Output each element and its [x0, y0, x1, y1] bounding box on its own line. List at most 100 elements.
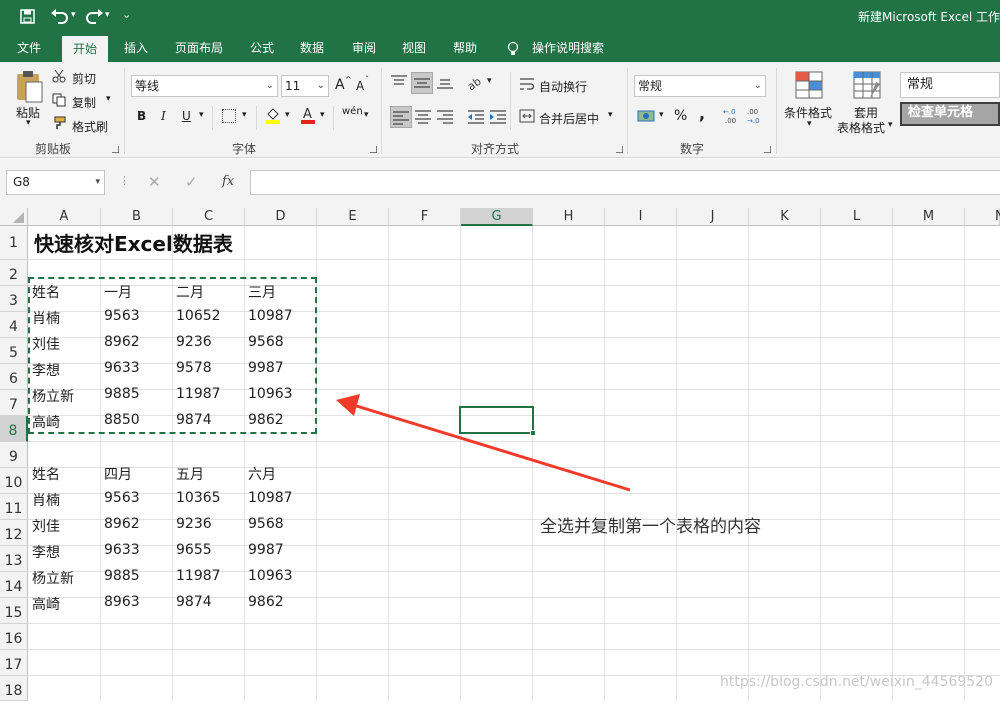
table2-cell[interactable]: 9874: [173, 594, 212, 610]
undo-dropdown-icon[interactable]: ▾: [71, 10, 76, 20]
increase-indent-icon[interactable]: [489, 108, 507, 126]
row-header-6[interactable]: 6: [0, 364, 28, 390]
redo-icon[interactable]: [84, 8, 104, 24]
fill-color-icon[interactable]: [265, 106, 281, 124]
borders-icon[interactable]: [222, 109, 236, 123]
font-color-icon[interactable]: A: [300, 106, 316, 124]
font-name-select[interactable]: 等线 ⌄: [131, 75, 278, 97]
select-all-corner[interactable]: [0, 208, 28, 226]
orientation-dropdown-icon[interactable]: ▾: [487, 76, 492, 86]
align-center-icon[interactable]: [414, 108, 432, 126]
decrease-decimal-icon[interactable]: .00 →.0: [746, 106, 768, 126]
copy-button[interactable]: 复制: [72, 94, 96, 111]
decrease-indent-icon[interactable]: [467, 108, 485, 126]
column-header-j[interactable]: J: [677, 208, 749, 226]
merge-dropdown-icon[interactable]: ▾: [608, 110, 613, 120]
row-header-13[interactable]: 13: [0, 546, 28, 572]
wrap-text-button[interactable]: 自动换行: [539, 78, 587, 95]
format-painter-button[interactable]: 格式刷: [72, 118, 108, 135]
column-header-c[interactable]: C: [173, 208, 245, 226]
tab-data[interactable]: 数据: [300, 34, 324, 62]
row-header-7[interactable]: 7: [0, 390, 28, 416]
insert-function-icon[interactable]: fx: [222, 174, 234, 189]
table2-cell[interactable]: 9236: [173, 516, 212, 532]
column-header-f[interactable]: F: [389, 208, 461, 226]
number-format-select[interactable]: 常规 ⌄: [634, 75, 766, 97]
increase-decimal-icon[interactable]: ←.0.00: [722, 106, 742, 126]
align-top-icon[interactable]: [390, 74, 408, 90]
row-header-16[interactable]: 16: [0, 624, 28, 650]
formula-input[interactable]: [250, 170, 1000, 195]
accounting-dropdown-icon[interactable]: ▾: [659, 110, 664, 120]
cut-button[interactable]: 剪切: [72, 70, 96, 87]
phonetic-guide-button[interactable]: wén: [342, 106, 363, 117]
table2-cell[interactable]: 11987: [173, 568, 221, 584]
sheet-title-cell[interactable]: 快速核对Excel数据表: [31, 228, 233, 257]
align-bottom-icon[interactable]: [436, 74, 454, 90]
column-header-i[interactable]: I: [605, 208, 677, 226]
row-header-12[interactable]: 12: [0, 520, 28, 546]
accounting-format-icon[interactable]: [637, 107, 655, 125]
table2-cell[interactable]: 刘佳: [29, 516, 60, 536]
column-header-m[interactable]: M: [893, 208, 965, 226]
table2-cell[interactable]: 9655: [173, 542, 212, 558]
percent-button[interactable]: %: [674, 108, 687, 124]
row-header-17[interactable]: 17: [0, 650, 28, 676]
table2-cell[interactable]: 9568: [245, 516, 284, 532]
table2-cell[interactable]: 8963: [101, 594, 140, 610]
save-icon[interactable]: [20, 9, 35, 24]
tab-file[interactable]: 文件: [17, 34, 41, 62]
customize-toolbar-icon[interactable]: ⌄: [122, 8, 131, 21]
align-middle-icon[interactable]: [411, 72, 433, 94]
tab-review[interactable]: 审阅: [352, 34, 376, 62]
column-header-h[interactable]: H: [533, 208, 605, 226]
tab-view[interactable]: 视图: [402, 34, 426, 62]
underline-button[interactable]: U: [182, 109, 191, 123]
table2-cell[interactable]: 10963: [245, 568, 293, 584]
tell-me-search[interactable]: 操作说明搜索: [532, 34, 604, 62]
row-header-11[interactable]: 11: [0, 494, 28, 520]
font-size-select[interactable]: 11 ⌄: [281, 75, 329, 97]
table2-cell[interactable]: 9862: [245, 594, 284, 610]
tab-help[interactable]: 帮助: [453, 34, 477, 62]
table2-cell[interactable]: 高崎: [29, 594, 60, 614]
table2-header-apr[interactable]: 四月: [101, 464, 132, 484]
font-color-dropdown-icon[interactable]: ▾: [320, 110, 325, 120]
row-header-3[interactable]: 3: [0, 286, 28, 312]
table2-cell[interactable]: 10365: [173, 490, 221, 506]
row-header-4[interactable]: 4: [0, 312, 28, 338]
undo-icon[interactable]: [50, 8, 70, 24]
shrink-font-button[interactable]: A: [356, 79, 364, 93]
row-header-1[interactable]: 1: [0, 226, 28, 260]
table2-cell[interactable]: 9885: [101, 568, 140, 584]
column-header-d[interactable]: D: [245, 208, 317, 226]
font-launcher-icon[interactable]: [370, 146, 377, 153]
comma-button[interactable]: ,: [699, 104, 705, 123]
row-header-10[interactable]: 10: [0, 468, 28, 494]
formula-bar-grip-icon[interactable]: ⋮: [119, 174, 130, 187]
table2-header-name[interactable]: 姓名: [29, 464, 60, 484]
table2-header-jun[interactable]: 六月: [245, 464, 276, 484]
tab-insert[interactable]: 插入: [124, 34, 148, 62]
table2-cell[interactable]: 杨立新: [29, 568, 74, 588]
redo-dropdown-icon[interactable]: ▾: [105, 10, 110, 20]
cell-style-check[interactable]: 检查单元格: [900, 102, 1000, 126]
table2-cell[interactable]: 9563: [101, 490, 140, 506]
column-header-l[interactable]: L: [821, 208, 893, 226]
row-header-8[interactable]: 8: [0, 416, 28, 442]
table2-cell[interactable]: 9987: [245, 542, 284, 558]
table2-cell[interactable]: 李想: [29, 542, 60, 562]
paste-dropdown-icon[interactable]: ▾: [26, 118, 31, 128]
paste-icon[interactable]: [14, 70, 44, 104]
number-launcher-icon[interactable]: [764, 146, 771, 153]
conditional-dropdown-icon[interactable]: ▾: [807, 119, 812, 129]
column-header-k[interactable]: K: [749, 208, 821, 226]
row-header-5[interactable]: 5: [0, 338, 28, 364]
column-header-g[interactable]: G: [461, 208, 533, 226]
table2-cell[interactable]: 8962: [101, 516, 140, 532]
merge-center-button[interactable]: 合并后居中: [539, 110, 599, 127]
clipboard-launcher-icon[interactable]: [112, 146, 119, 153]
row-header-15[interactable]: 15: [0, 598, 28, 624]
tab-page-layout[interactable]: 页面布局: [175, 34, 223, 62]
phonetic-dropdown-icon[interactable]: ▾: [364, 110, 369, 120]
